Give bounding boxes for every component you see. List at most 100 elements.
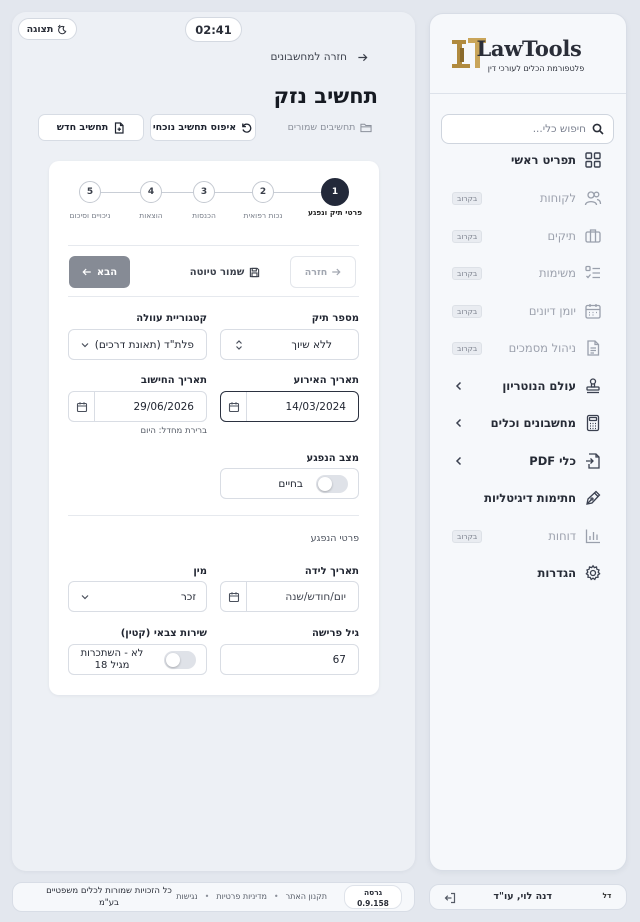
sidebar-item-tasks[interactable]: משימות בקרוב	[428, 258, 626, 288]
next-button-label: הבא	[96, 266, 118, 278]
saved-calculations-label: תחשיבים שמורים	[287, 122, 356, 133]
retirement-age-input[interactable]: 67	[220, 644, 359, 675]
calc-date-field[interactable]: 29/06/2026	[68, 391, 207, 422]
military-service-value: לא - השתכרות מגיל 18	[80, 647, 144, 671]
soon-badge: בקרוב	[452, 304, 483, 318]
military-service-switch[interactable]	[164, 651, 196, 669]
logout-icon[interactable]	[444, 892, 456, 904]
sidebar-item-calculators[interactable]: מחשבונים וכלים	[428, 408, 626, 438]
sidebar-item-label: תפריט ראשי	[511, 153, 576, 167]
sidebar-item-pdf-tools[interactable]: כלי PDF	[428, 446, 626, 476]
arrow-right-icon	[331, 267, 341, 277]
accessibility-link[interactable]: נגישות	[176, 892, 197, 901]
sidebar-item-notary[interactable]: עולם הנוטריון	[428, 371, 626, 401]
military-service-label: שירות צבאי (קטין)	[120, 628, 207, 639]
gender-value: זכר	[180, 590, 196, 603]
sidebar-item-cases[interactable]: תיקים בקרוב	[428, 221, 626, 251]
calendar-icon[interactable]	[228, 591, 240, 603]
calc-date-hint: ברירת מחדל: היום	[140, 426, 207, 436]
users-icon	[584, 189, 602, 207]
settings-icon	[584, 564, 602, 582]
step-3[interactable]: 3	[193, 181, 215, 203]
case-number-label: מספר תיק	[311, 313, 359, 324]
chevron-down-icon	[79, 591, 91, 603]
theme-icon	[57, 24, 68, 35]
gender-label: מין	[193, 566, 207, 577]
step-4[interactable]: 4	[140, 181, 162, 203]
new-calculation-button[interactable]: תחשיב חדש	[38, 114, 144, 141]
sidebar-item-label: ניהול מסמכים	[508, 341, 576, 355]
next-button[interactable]: הבא	[69, 256, 130, 288]
privacy-link[interactable]: מדיניות פרטיות	[216, 892, 267, 901]
victim-status-switch[interactable]	[316, 475, 348, 493]
sidebar-item-label: הגדרות	[537, 566, 576, 580]
event-date-value: 14/03/2024	[285, 400, 346, 413]
user-bar[interactable]: דל דנה לוי, עו"ד	[429, 884, 627, 910]
event-date-field[interactable]: 14/03/2024	[220, 391, 359, 422]
session-timer: 02:41	[185, 17, 242, 42]
new-calculation-label: תחשיב חדש	[56, 122, 109, 133]
sidebar-item-label: עולם הנוטריון	[502, 379, 576, 393]
sidebar-item-label: מחשבונים וכלים	[490, 416, 576, 430]
chevron-left-icon	[454, 418, 464, 428]
case-number-select[interactable]: ללא שיוך	[220, 329, 359, 360]
military-service-toggle[interactable]: לא - השתכרות מגיל 18	[68, 644, 207, 675]
chevron-left-icon	[454, 456, 464, 466]
soon-badge: בקרוב	[452, 341, 483, 355]
chart-icon	[584, 527, 602, 545]
logo[interactable]: LawTools פלטפורמת הכלים לעורכי דין	[446, 36, 606, 84]
sidebar-item-clients[interactable]: לקוחות בקרוב	[428, 183, 626, 213]
victim-status-label: מצב הנפגע	[306, 453, 359, 464]
arrow-right-icon	[357, 52, 368, 63]
sidebar-item-reports[interactable]: דוחות בקרוב	[428, 521, 626, 551]
back-to-calculators-link[interactable]: חזרה למחשבונים	[271, 51, 368, 63]
reset-calculation-button[interactable]: איפוס תחשיב נוכחי	[150, 114, 256, 141]
calculation-form-card: 1 2 3 4 5 פרטי תיק ונפגע נכות רפואית הכנ…	[49, 161, 379, 695]
cause-category-select[interactable]: פלת"ד (תאונת דרכים)	[68, 329, 207, 360]
document-icon	[584, 339, 602, 357]
retirement-age-label: גיל פרישה	[312, 628, 359, 639]
reset-calculation-label: איפוס תחשיב נוכחי	[152, 122, 237, 133]
sidebar-item-settings[interactable]: הגדרות	[428, 558, 626, 588]
gender-select[interactable]: זכר	[68, 581, 207, 612]
back-button[interactable]: חזרה	[290, 256, 356, 288]
cause-category-value: פלת"ד (תאונת דרכים)	[94, 338, 194, 351]
terms-link[interactable]: תקנון האתר	[286, 892, 327, 901]
victim-details-title: פרטי הנפגע	[310, 533, 359, 544]
birth-date-label: תאריך לידה	[304, 566, 359, 577]
sidebar-item-main-menu[interactable]: תפריט ראשי	[428, 145, 626, 175]
updown-chevron-icon	[233, 339, 245, 351]
new-file-icon	[113, 121, 125, 134]
birth-date-field[interactable]: יום/חודש/שנה	[220, 581, 359, 612]
sidebar-item-label: דוחות	[548, 529, 576, 543]
display-toggle-button[interactable]: תצוגה	[18, 18, 77, 40]
logo-subtitle: פלטפורמת הכלים לעורכי דין	[487, 64, 585, 73]
calendar-icon[interactable]	[76, 401, 88, 413]
sidebar-item-hearings[interactable]: יומן דיונים בקרוב	[428, 296, 626, 326]
soon-badge: בקרוב	[452, 529, 483, 543]
card-divider	[68, 296, 359, 297]
version-label: גרסה	[363, 888, 383, 897]
calc-date-label: תאריך החישוב	[140, 375, 207, 386]
display-toggle-label: תצוגה	[26, 23, 54, 35]
sidebar: LawTools פלטפורמת הכלים לעורכי דין תפריט…	[429, 13, 627, 871]
step-2[interactable]: 2	[252, 181, 274, 203]
refresh-icon	[241, 122, 253, 134]
sidebar-item-signatures[interactable]: חתימות דיגיטליות	[428, 483, 626, 513]
sidebar-item-label: חתימות דיגיטליות	[484, 491, 576, 505]
sidebar-item-documents[interactable]: ניהול מסמכים בקרוב	[428, 333, 626, 363]
victim-status-toggle[interactable]: בחיים	[220, 468, 359, 499]
calendar-icon[interactable]	[228, 401, 240, 413]
saved-calculations-button[interactable]: תחשיבים שמורים	[283, 114, 377, 141]
field-divider	[246, 392, 247, 421]
sidebar-search	[441, 114, 614, 144]
step-2-label: נכות רפואית	[243, 211, 283, 220]
logo-name: LawTools	[476, 36, 582, 61]
step-5-label: ניכויים וסיכום	[69, 211, 111, 220]
step-1[interactable]: 1	[321, 178, 349, 206]
step-5[interactable]: 5	[79, 181, 101, 203]
save-draft-button[interactable]: שמור טיוטה	[183, 256, 267, 288]
briefcase-icon	[584, 227, 602, 245]
sidebar-divider	[430, 93, 626, 94]
search-input[interactable]	[451, 123, 586, 135]
